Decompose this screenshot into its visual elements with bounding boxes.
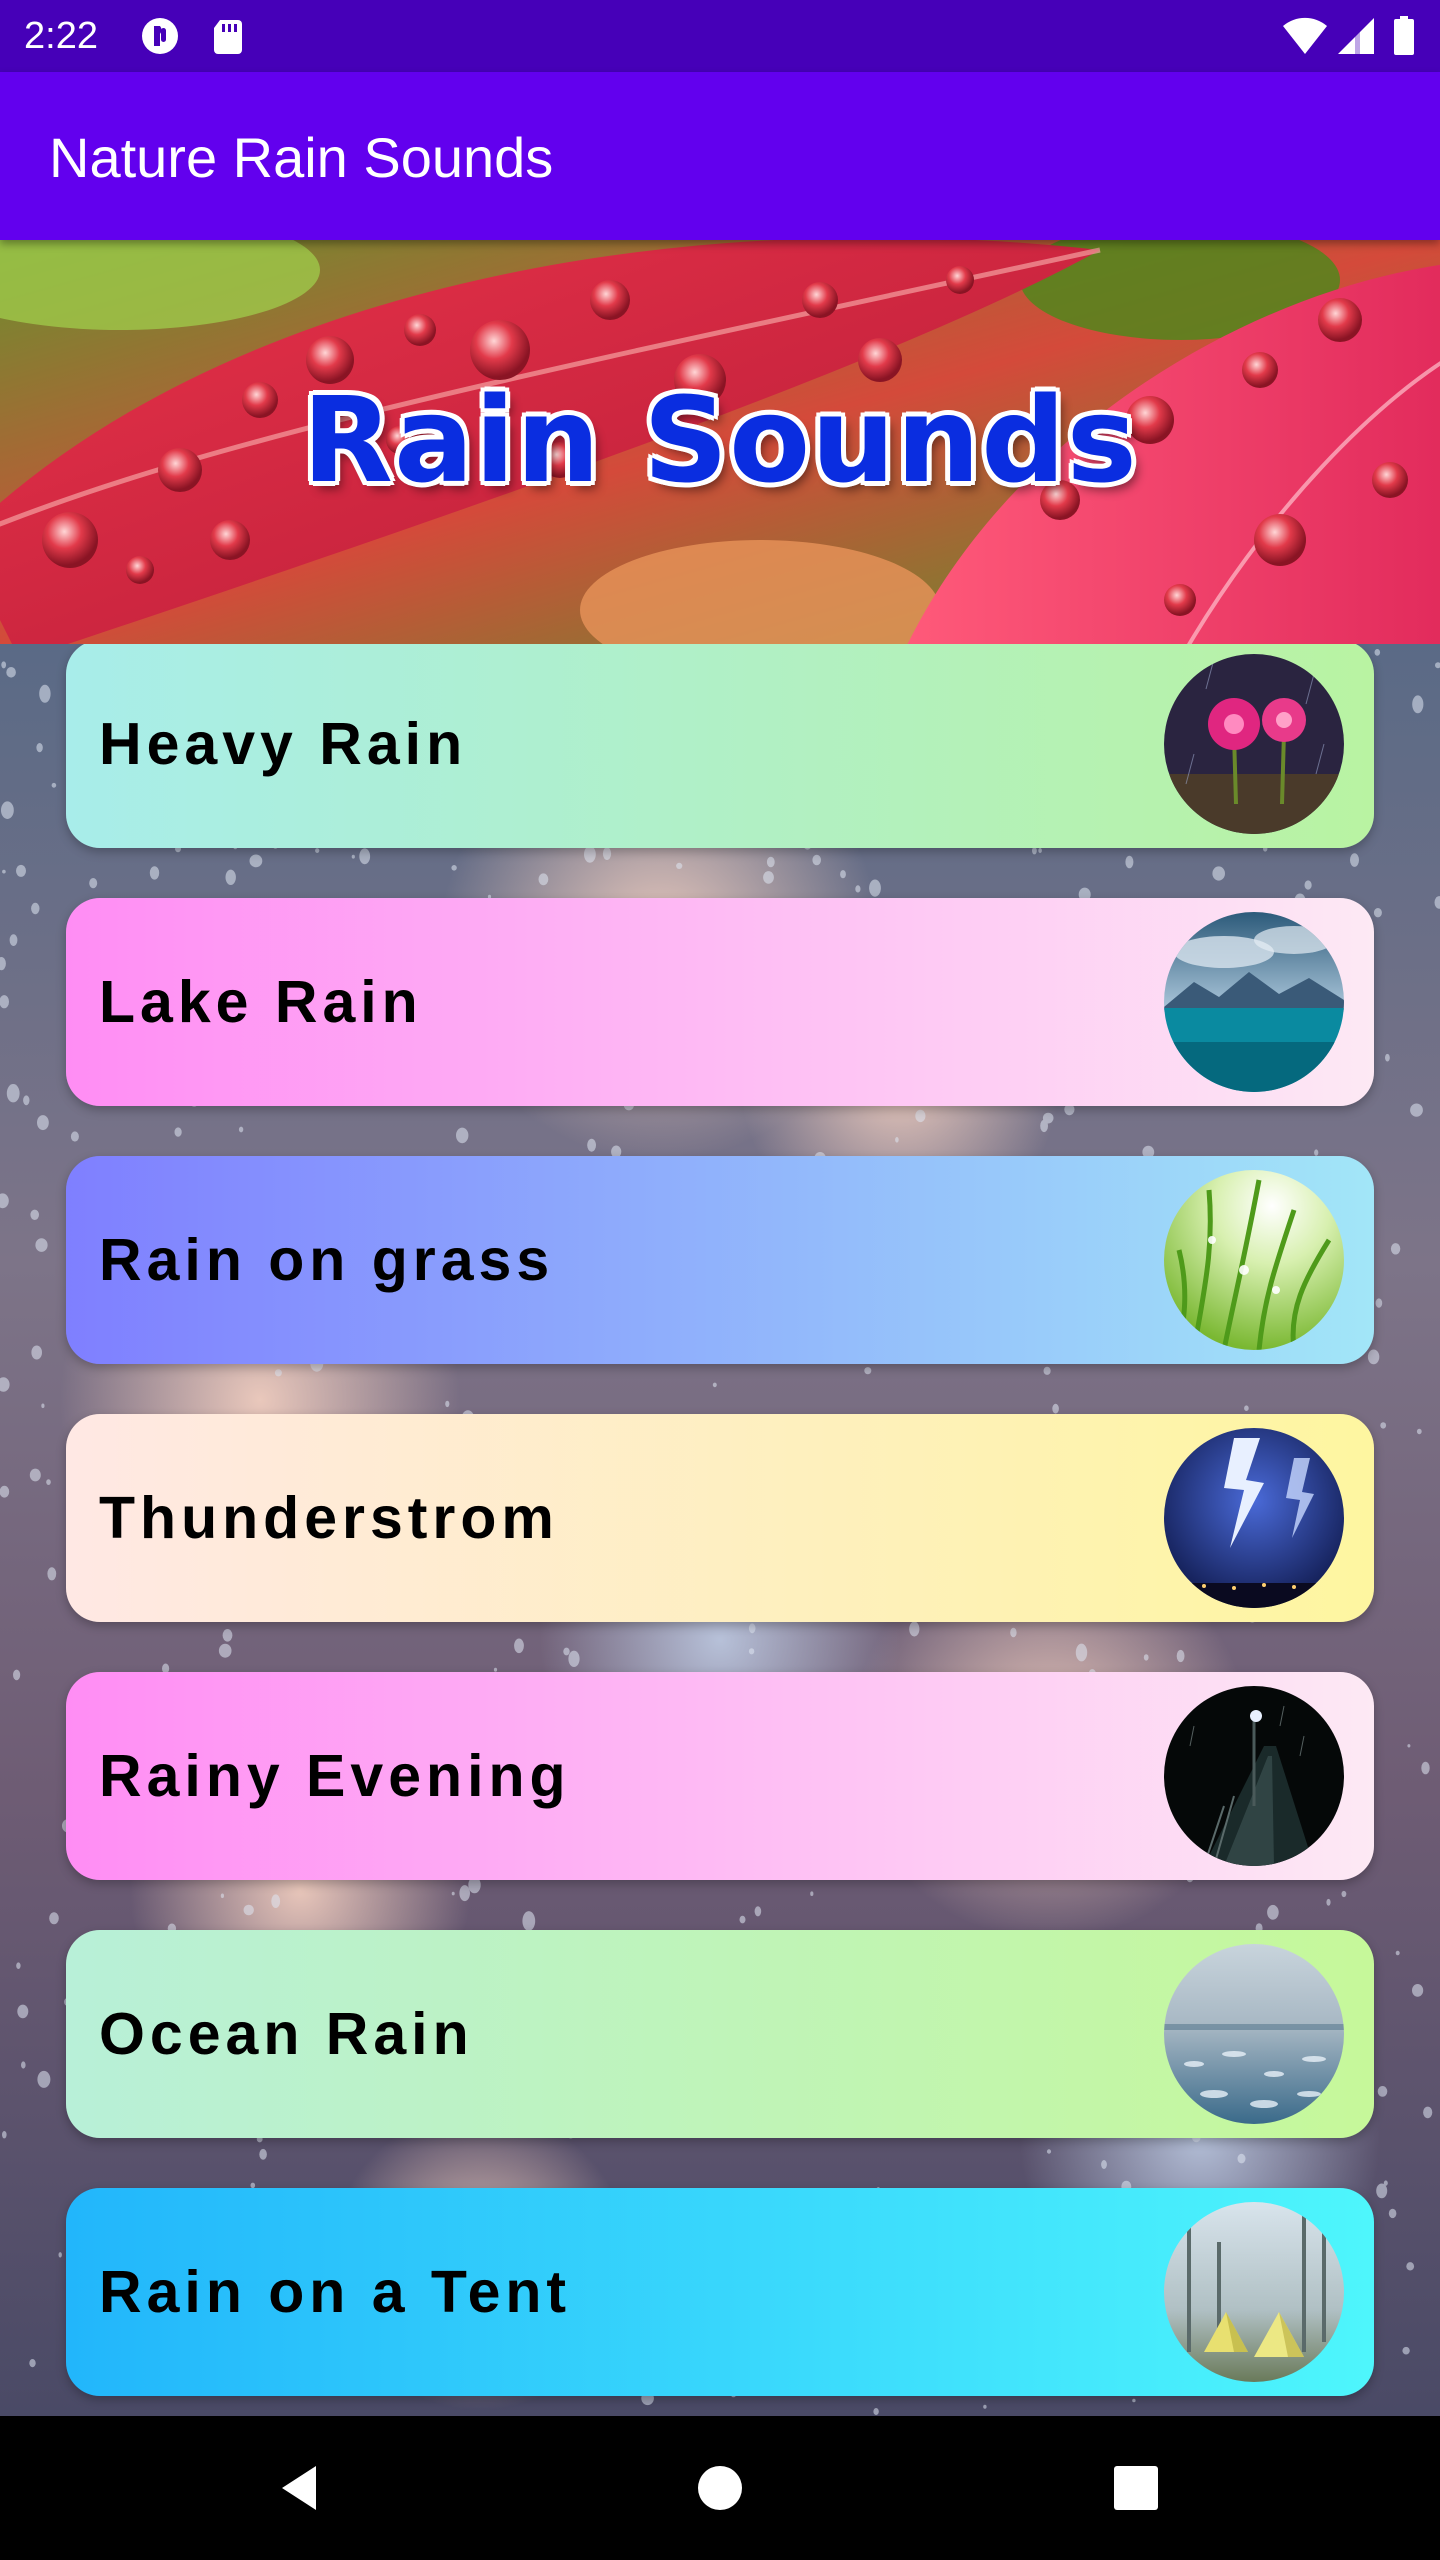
sound-card-rain-on-a-tent[interactable]: Rain on a Tent [66,2188,1374,2396]
sound-label: Lake Rain [99,969,423,1035]
home-icon[interactable] [684,2452,756,2524]
navigation-bar [0,2416,1440,2560]
app-title: Nature Rain Sounds [49,126,554,189]
back-icon[interactable] [264,2452,336,2524]
lightning-storm-image [1164,1428,1344,1608]
sound-label: Rain on a Tent [99,2259,572,2325]
app-bar: Nature Rain Sounds [0,72,1440,240]
rain-on-water-image [1164,1944,1344,2124]
sound-label: Rain on grass [99,1227,555,1293]
sound-label: Rainy Evening [99,1743,571,1809]
banner-title: Rain Sounds [302,371,1138,509]
wifi-icon [1282,16,1328,56]
grass-dew-image [1164,1170,1344,1350]
night-street-image [1164,1686,1344,1866]
battery-icon [1392,16,1416,56]
notification-icon [140,16,180,56]
tents-in-forest-image [1164,2202,1344,2382]
banner-image: Rain Sounds [0,240,1440,644]
sound-label: Heavy Rain [99,711,468,777]
sound-card-rain-on-grass[interactable]: Rain on grass [66,1156,1374,1364]
sound-card-heavy-rain[interactable]: Heavy Rain [66,640,1374,848]
sound-card-ocean-rain[interactable]: Ocean Rain [66,1930,1374,2138]
status-time: 2:22 [24,15,98,57]
sound-label: Ocean Rain [99,2001,474,2067]
signal-icon [1336,16,1376,56]
content-area: Heavy Rain Lake Rain Rain on grass Thund… [0,640,1440,2416]
status-bar: 2:22 [0,0,1440,72]
mountain-lake-image [1164,912,1344,1092]
sound-card-rainy-evening[interactable]: Rainy Evening [66,1672,1374,1880]
sd-card-icon [208,16,248,56]
sound-label: Thunderstrom [99,1485,559,1551]
pink-flowers-rain-image [1164,654,1344,834]
recents-icon[interactable] [1100,2452,1172,2524]
sound-card-lake-rain[interactable]: Lake Rain [66,898,1374,1106]
sound-card-thunderstrom[interactable]: Thunderstrom [66,1414,1374,1622]
